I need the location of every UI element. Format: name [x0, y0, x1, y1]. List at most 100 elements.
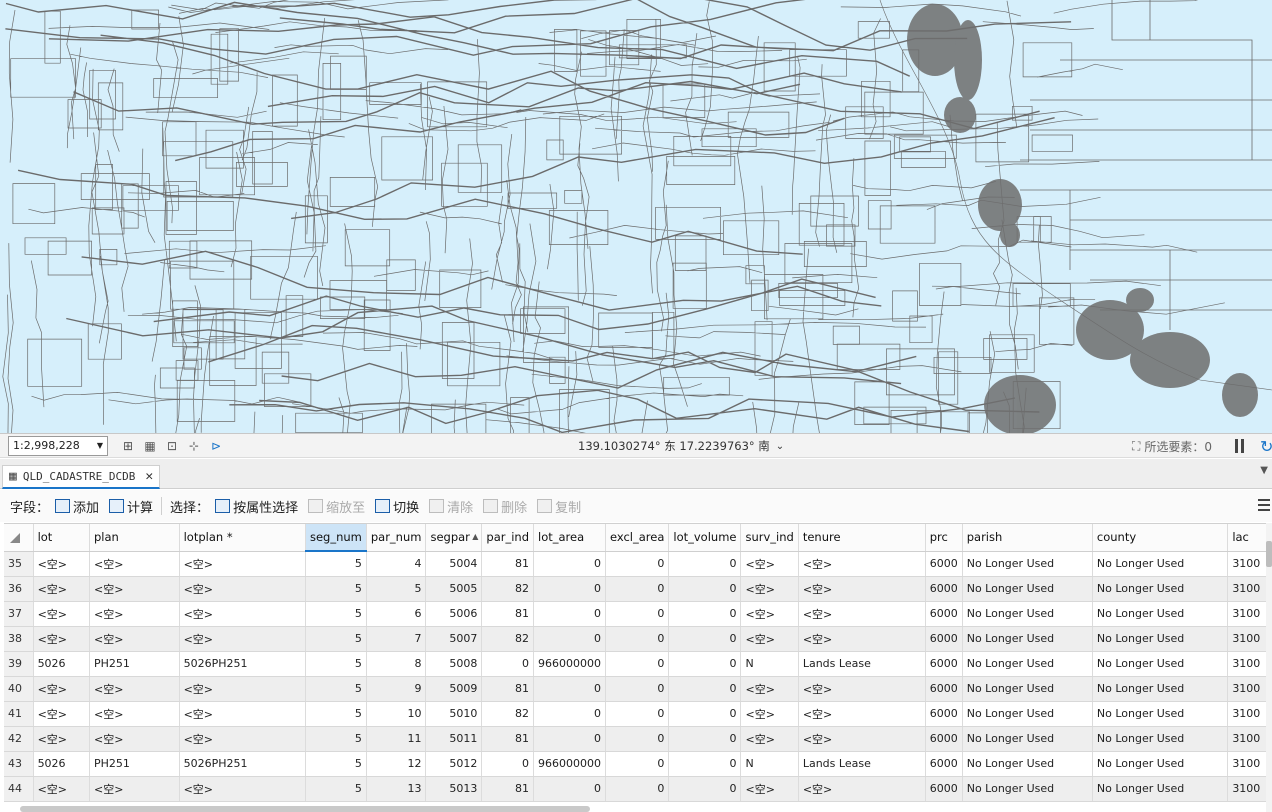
cell-seg-num[interactable]: 5 — [305, 726, 367, 752]
table-row[interactable]: 36 <空> <空> <空> 5 5 5005 82 0 0 0 <空> <空> 6000 No Longe… — [4, 576, 1268, 602]
zoom-to-button[interactable]: 缩放至 — [308, 497, 365, 516]
cell-lot[interactable]: <空> — [33, 776, 90, 802]
cell-excl-area[interactable]: 0 — [605, 751, 670, 777]
cell-lot-area[interactable]: 966000000 — [533, 751, 606, 777]
row-number[interactable]: 35 — [4, 551, 34, 577]
cell-par-num[interactable]: 13 — [366, 776, 427, 802]
cell-tenure[interactable]: <空> — [798, 601, 926, 627]
cell-lac[interactable]: 3100 — [1227, 626, 1268, 652]
cell-tenure[interactable]: <空> — [798, 726, 926, 752]
cell-par-num[interactable]: 12 — [366, 751, 427, 777]
cell-lot-volume[interactable]: 0 — [668, 651, 742, 677]
cell-prc[interactable]: 6000 — [925, 776, 963, 802]
cell-lot-area[interactable]: 0 — [533, 626, 606, 652]
cell-lac[interactable]: 3100 — [1227, 601, 1268, 627]
cell-par-ind[interactable]: 0 — [481, 651, 534, 677]
cell-county[interactable]: No Longer Used — [1092, 601, 1229, 627]
cell-lot-volume[interactable]: 0 — [668, 676, 742, 702]
cell-county[interactable]: No Longer Used — [1092, 726, 1229, 752]
cell-prc[interactable]: 6000 — [925, 601, 963, 627]
cell-lotplan[interactable]: <空> — [179, 726, 306, 752]
cell-lot-volume[interactable]: 0 — [668, 576, 742, 602]
cell-surv-ind[interactable]: <空> — [740, 676, 799, 702]
cell-seg-num[interactable]: 5 — [305, 751, 367, 777]
cell-plan[interactable]: <空> — [89, 676, 180, 702]
cell-par-num[interactable]: 7 — [366, 626, 427, 652]
cell-surv-ind[interactable]: <空> — [740, 576, 799, 602]
cell-county[interactable]: No Longer Used — [1092, 776, 1229, 802]
cell-lot-volume[interactable]: 0 — [668, 551, 742, 577]
table-row[interactable]: 37 <空> <空> <空> 5 6 5006 81 0 0 0 <空> <空> 6000 No Longe… — [4, 601, 1268, 627]
row-number[interactable]: 38 — [4, 626, 34, 652]
cell-excl-area[interactable]: 0 — [605, 651, 670, 677]
cell-lac[interactable]: 3100 — [1227, 551, 1268, 577]
chevron-down-icon[interactable]: ⌄ — [776, 441, 784, 452]
cell-surv-ind[interactable]: <空> — [740, 626, 799, 652]
cell-lotplan[interactable]: <空> — [179, 701, 306, 727]
table-row[interactable]: 41 <空> <空> <空> 5 10 5010 82 0 0 0 <空> <空> 6000 No Long… — [4, 701, 1268, 727]
cell-parish[interactable]: No Longer Used — [962, 776, 1093, 802]
cell-excl-area[interactable]: 0 — [605, 626, 670, 652]
cell-county[interactable]: No Longer Used — [1092, 751, 1229, 777]
cell-tenure[interactable]: <空> — [798, 626, 926, 652]
cell-surv-ind[interactable]: <空> — [740, 601, 799, 627]
cell-segpar[interactable]: 5010 — [425, 701, 483, 727]
cell-prc[interactable]: 6000 — [925, 651, 963, 677]
cell-prc[interactable]: 6000 — [925, 626, 963, 652]
cell-surv-ind[interactable]: <空> — [740, 551, 799, 577]
cell-county[interactable]: No Longer Used — [1092, 651, 1229, 677]
row-number[interactable]: 37 — [4, 601, 34, 627]
cell-lot[interactable]: <空> — [33, 551, 90, 577]
chevron-down-icon[interactable]: ▼ — [1260, 465, 1268, 476]
cell-plan[interactable]: <空> — [89, 726, 180, 752]
cell-lotplan[interactable]: <空> — [179, 601, 306, 627]
cell-lot[interactable]: <空> — [33, 701, 90, 727]
cell-seg-num[interactable]: 5 — [305, 776, 367, 802]
navigation-icon[interactable]: ⊳ — [208, 438, 224, 454]
clear-selection-button[interactable]: 清除 — [429, 497, 473, 516]
cell-par-num[interactable]: 8 — [366, 651, 427, 677]
cell-par-num[interactable]: 11 — [366, 726, 427, 752]
cell-segpar[interactable]: 5011 — [425, 726, 483, 752]
row-number[interactable]: 40 — [4, 676, 34, 702]
close-icon[interactable]: ✕ — [145, 469, 153, 484]
table-row[interactable]: 38 <空> <空> <空> 5 7 5007 82 0 0 0 <空> <空> 6000 No Longe… — [4, 626, 1268, 652]
cell-par-ind[interactable]: 82 — [481, 626, 534, 652]
row-number[interactable]: 42 — [4, 726, 34, 752]
table-row[interactable]: 44 <空> <空> <空> 5 13 5013 81 0 0 0 <空> <空> 6000 No Long… — [4, 776, 1268, 802]
cell-plan[interactable]: <空> — [89, 576, 180, 602]
cell-excl-area[interactable]: 0 — [605, 551, 670, 577]
cell-plan[interactable]: PH251 — [89, 751, 180, 777]
cell-lot[interactable]: 5026 — [33, 651, 90, 677]
cell-lot-area[interactable]: 0 — [533, 601, 606, 627]
cell-surv-ind[interactable]: <空> — [740, 701, 799, 727]
cell-seg-num[interactable]: 5 — [305, 551, 367, 577]
cell-lot-volume[interactable]: 0 — [668, 726, 742, 752]
switch-selection-button[interactable]: 切换 — [375, 497, 419, 516]
cell-county[interactable]: No Longer Used — [1092, 576, 1229, 602]
row-number[interactable]: 36 — [4, 576, 34, 602]
cell-parish[interactable]: No Longer Used — [962, 576, 1093, 602]
cell-excl-area[interactable]: 0 — [605, 576, 670, 602]
cell-parish[interactable]: No Longer Used — [962, 676, 1093, 702]
cell-par-num[interactable]: 6 — [366, 601, 427, 627]
column-header[interactable]: segpar ▲ — [425, 524, 483, 552]
cell-surv-ind[interactable]: N — [740, 651, 799, 677]
cell-tenure[interactable]: <空> — [798, 676, 926, 702]
horizontal-scrollbar[interactable] — [20, 806, 590, 812]
cell-par-ind[interactable]: 81 — [481, 726, 534, 752]
cell-excl-area[interactable]: 0 — [605, 776, 670, 802]
cell-tenure[interactable]: Lands Lease — [798, 751, 926, 777]
cell-lot[interactable]: <空> — [33, 576, 90, 602]
column-header[interactable]: prc — [925, 524, 963, 552]
tab-attribute-table[interactable]: ▦ QLD_CADASTRE_DCDB ✕ — [2, 465, 161, 489]
cell-prc[interactable]: 6000 — [925, 701, 963, 727]
cell-segpar[interactable]: 5013 — [425, 776, 483, 802]
cell-lot-area[interactable]: 0 — [533, 726, 606, 752]
row-number[interactable]: 41 — [4, 701, 34, 727]
map-view[interactable] — [0, 0, 1272, 434]
cell-lot-area[interactable]: 0 — [533, 551, 606, 577]
cell-surv-ind[interactable]: <空> — [740, 776, 799, 802]
cell-prc[interactable]: 6000 — [925, 726, 963, 752]
cell-seg-num[interactable]: 5 — [305, 651, 367, 677]
